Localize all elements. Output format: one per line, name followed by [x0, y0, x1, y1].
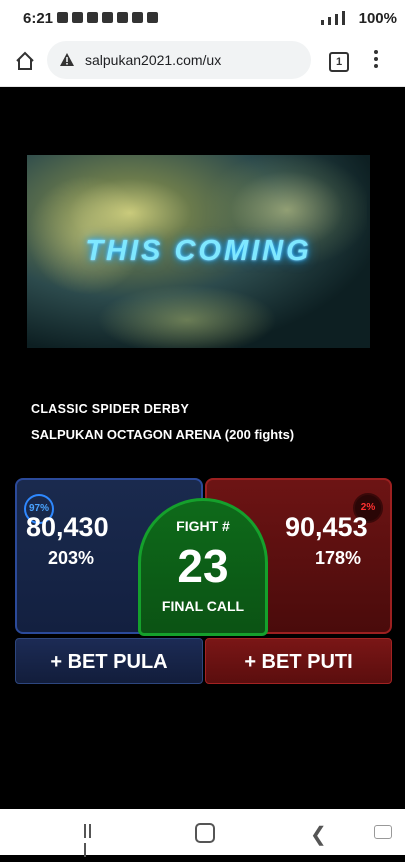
app-icon	[102, 12, 113, 23]
back-icon[interactable]: ❮	[310, 822, 327, 847]
signal-icons	[321, 11, 345, 25]
notification-icons	[57, 12, 158, 23]
event-name: CLASSIC SPIDER DERBY	[31, 402, 190, 416]
system-nav-bar: ❮	[0, 809, 405, 857]
video-banner[interactable]: THIS COMING	[27, 155, 370, 348]
recent-apps-icon[interactable]	[84, 824, 98, 857]
more-menu-icon[interactable]	[373, 50, 379, 72]
fight-panel: FIGHT # 23 FINAL CALL	[138, 498, 268, 636]
battery-level: 100%	[358, 10, 397, 27]
messenger-icon	[87, 12, 98, 23]
fight-status: FINAL CALL	[161, 598, 245, 614]
status-bar: 6:21 100%	[0, 0, 405, 38]
warning-icon[interactable]	[59, 52, 75, 67]
messenger-icon	[57, 12, 68, 23]
browser-toolbar: salpukan2021.com/ux 1	[0, 38, 405, 87]
gmail-icon	[117, 12, 128, 23]
signal-bar-icon	[342, 11, 345, 25]
keyboard-icon[interactable]	[374, 825, 392, 839]
fight-number: 23	[177, 540, 229, 592]
puti-amount: 90,453	[285, 512, 368, 542]
banner-title: THIS COMING	[85, 235, 312, 267]
puti-payout: 178%	[315, 548, 362, 568]
fight-label: FIGHT #	[176, 518, 230, 534]
sync-icon	[72, 12, 83, 23]
home-button-icon[interactable]	[195, 823, 215, 843]
home-icon[interactable]	[14, 50, 36, 72]
tab-switcher-button[interactable]: 1	[329, 52, 349, 72]
pula-amount: 80,430	[26, 512, 109, 542]
cloud-icon	[147, 12, 158, 23]
bet-pula-button[interactable]: + BET PULA	[15, 638, 203, 684]
url-text[interactable]: salpukan2021.com/ux	[85, 52, 221, 68]
bet-puti-button[interactable]: + BET PUTI	[205, 638, 392, 684]
pula-payout: 203%	[48, 548, 95, 568]
address-bar[interactable]: salpukan2021.com/ux	[47, 41, 311, 79]
signal-bar-icon	[335, 14, 338, 25]
signal-bar-icon	[328, 17, 331, 25]
event-venue: SALPUKAN OCTAGON ARENA (200 fights)	[31, 427, 295, 442]
status-time: 6:21	[23, 10, 54, 27]
wifi-icon	[321, 20, 324, 25]
gallery-icon	[132, 12, 143, 23]
